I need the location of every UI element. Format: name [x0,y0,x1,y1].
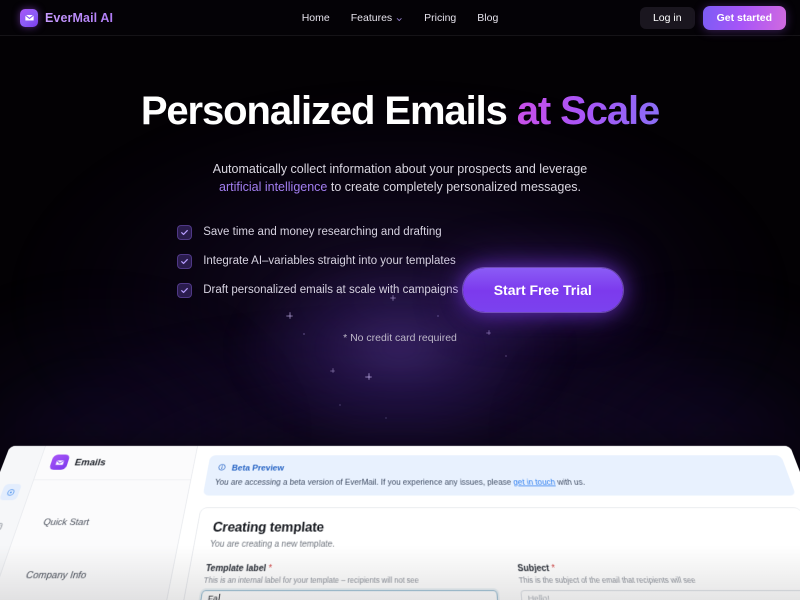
card-subheading: You are creating a new template. [209,539,336,549]
banner-body-link[interactable]: get in touch [513,479,556,487]
cta-note: * No credit card required [343,331,457,344]
hero-subtitle-line1: Automatically collect information about … [212,162,588,176]
banner-body-after: with us. [554,478,586,488]
feature-item: Integrate AI–variables straight into you… [177,253,458,269]
dashboard-preview-stage: Emails Quick Start Company Info Message … [0,404,800,600]
envelope-icon [20,8,38,27]
nav-link-home-label: Home [301,11,330,24]
beta-preview-banner: Beta Preview You are accessing a beta ve… [202,455,796,496]
hero-subtitle-line2: to create completely personalized messag… [327,179,581,194]
form-row: Template label * This is an internal lab… [199,564,800,600]
nav-links: Home Features Pricing Blog [302,12,499,24]
sidebar-title: Emails [73,457,108,468]
feature-item-label: Draft personalized emails at scale with … [203,284,459,296]
sparkle-icon [365,373,372,380]
template-label-value: Fa [207,593,219,600]
dashboard-main: Beta Preview You are accessing a beta ve… [144,446,800,600]
check-icon [177,253,193,269]
nav-actions: Log in Get started [639,5,786,30]
sparkle-icon [330,368,335,373]
chevron-down-icon [396,14,403,21]
nav-link-blog[interactable]: Blog [477,12,498,24]
page-title: Personalized Emails at Scale [0,91,800,131]
get-started-button[interactable]: Get started [702,5,786,30]
hero-subtitle-highlight: artificial intelligence [219,179,328,194]
subject-placeholder: Hello! [527,593,551,600]
nav-link-features[interactable]: Features [351,12,403,24]
check-icon [177,224,193,240]
sidebar-header: Emails [33,454,196,481]
template-label-text: Template label [205,563,267,574]
info-icon [216,462,227,475]
template-label-field-group: Template label * This is an internal lab… [199,564,499,600]
subject-label-text: Subject [517,563,550,574]
banner-body-before: You are accessing a beta version of Ever… [214,478,514,488]
hero-subtitle: Automatically collect information about … [190,161,610,197]
subject-help: This is the subject of the email that re… [518,575,697,585]
cta-container: Start Free Trial [462,267,623,312]
nav-link-home[interactable]: Home [302,12,330,24]
subject-field-group: Subject * This is the subject of the ema… [517,564,800,600]
template-label-help: This is an internal label for your templ… [203,575,419,585]
sidebar-item-quick-start[interactable]: Quick Start [22,510,177,536]
headline-plain: Personalized Emails [140,89,517,133]
nav-link-features-label: Features [350,11,393,24]
card-heading: Creating template [211,520,325,535]
banner-title: Beta Preview [231,463,285,473]
feature-item: Save time and money researching and draf… [177,224,458,240]
banner-header: Beta Preview [216,462,778,475]
sidebar-nav: Quick Start Company Info Message Draftin… [0,480,190,600]
banner-body: You are accessing a beta version of Ever… [214,478,784,488]
headline-gradient: at Scale [516,89,661,133]
nav-link-blog-label: Blog [477,11,499,24]
login-button[interactable]: Log in [639,6,695,29]
brand-name: EverMail AI [45,10,114,25]
feature-item-label: Save time and money researching and draf… [203,226,442,238]
required-marker: * [265,563,273,574]
feature-item: Draft personalized emails at scale with … [177,282,459,298]
feature-item-label: Integrate AI–variables straight into you… [203,255,456,267]
brand-logo[interactable]: EverMail AI [20,8,114,27]
envelope-icon [48,454,71,470]
document-icon[interactable] [0,518,10,535]
feature-list: Save time and money researching and draf… [177,224,459,298]
dashboard-preview: Emails Quick Start Company Info Message … [0,446,800,600]
hero-section: Personalized Emails at Scale Automatical… [0,36,800,344]
text-caret [218,593,221,600]
particle-dot [505,355,507,357]
check-icon [177,282,193,298]
template-label-label: Template label * [205,564,495,574]
creating-template-card: Creating template You are creating a new… [163,506,800,600]
top-navigation-bar: EverMail AI Home Features Pricing Blog L… [0,0,800,36]
template-label-input[interactable]: Fa [199,589,499,600]
nav-link-pricing[interactable]: Pricing [424,12,456,24]
dashboard-icon[interactable] [0,484,23,501]
landing-page: EverMail AI Home Features Pricing Blog L… [0,0,800,600]
subject-label: Subject * [517,564,800,574]
nav-link-pricing-label: Pricing [424,11,457,24]
start-free-trial-button[interactable]: Start Free Trial [462,267,623,312]
sidebar-item-company-info[interactable]: Company Info [3,562,166,590]
subject-input[interactable]: Hello! [519,589,800,600]
required-marker: * [548,563,556,574]
